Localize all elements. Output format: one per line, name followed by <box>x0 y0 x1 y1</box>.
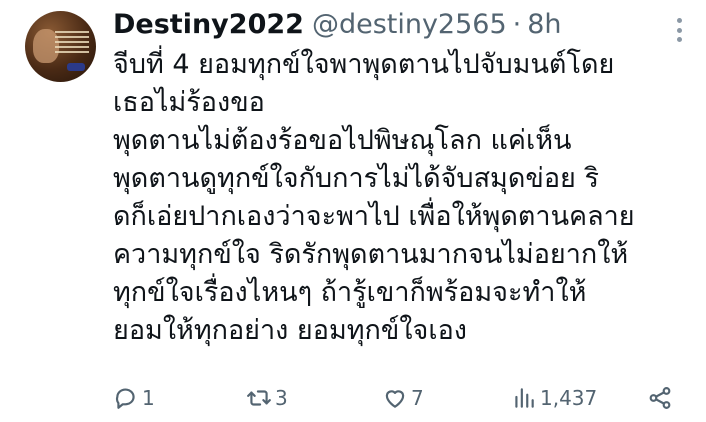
view-count: 1,437 <box>540 386 598 410</box>
tweet-text-line: ยอมให้ทุกอย่าง ยอมทุกข์ใจเอง <box>113 315 467 346</box>
tweet-text-line: เธอไม่ร้องขอ <box>113 87 265 118</box>
avatar-poster-graphic <box>55 31 89 55</box>
tweet-header: Destiny2022 @destiny2565 · 8h <box>113 9 562 45</box>
tweet-text-line: ทุกข์ใจเรื่องไหนๆ ถ้ารู้เขาก็พร้อมจะทำให… <box>113 277 587 308</box>
reply-count: 1 <box>142 386 155 410</box>
tweet[interactable]: Destiny2022 @destiny2565 · 8h จีบที่ 4 ย… <box>0 0 706 422</box>
avatar-badge-graphic <box>67 63 85 71</box>
tweet-text-line: พุดตานดูทุกข์ใจกับการไม่ได้จับสมุดข่อย ร… <box>113 163 599 194</box>
display-name[interactable]: Destiny2022 <box>113 9 304 40</box>
like-button[interactable]: 7 <box>382 385 424 411</box>
views-icon <box>515 388 534 408</box>
tweet-actions: 1 3 7 1,437 <box>113 385 683 415</box>
like-count: 7 <box>411 386 424 410</box>
user-handle[interactable]: @destiny2565 <box>312 9 507 40</box>
tweet-text-line: ความทุกข์ใจ ริดรักพุดตานมากจนไม่อยากให้ <box>113 239 629 270</box>
tweet-timestamp[interactable]: 8h <box>527 9 561 40</box>
tweet-text: จีบที่ 4 ยอมทุกข์ใจพาพุดตานไปจับมนต์โดย … <box>113 46 693 350</box>
reply-icon <box>115 388 135 409</box>
retweet-button[interactable]: 3 <box>246 385 288 411</box>
tweet-text-line: ดก็เอ่ยปากเองว่าจะพาไป เพื่อให้พุดตานคลา… <box>113 201 635 232</box>
header-separator: · <box>512 9 522 40</box>
retweet-count: 3 <box>275 386 288 410</box>
heart-icon <box>385 390 405 408</box>
tweet-text-line: พุดตานไม่ต้องร้อขอไปพิษณุโลก แค่เห็น <box>113 125 572 156</box>
avatar[interactable] <box>25 11 96 82</box>
tweet-text-line: จีบที่ 4 ยอมทุกข์ใจพาพุดตานไปจับมนต์โดย <box>113 49 615 80</box>
views-button[interactable]: 1,437 <box>511 385 597 411</box>
more-icon[interactable] <box>676 18 682 42</box>
retweet-icon <box>247 390 271 406</box>
reply-button[interactable]: 1 <box>113 385 155 411</box>
share-button[interactable] <box>647 385 673 411</box>
share-icon <box>649 387 671 409</box>
